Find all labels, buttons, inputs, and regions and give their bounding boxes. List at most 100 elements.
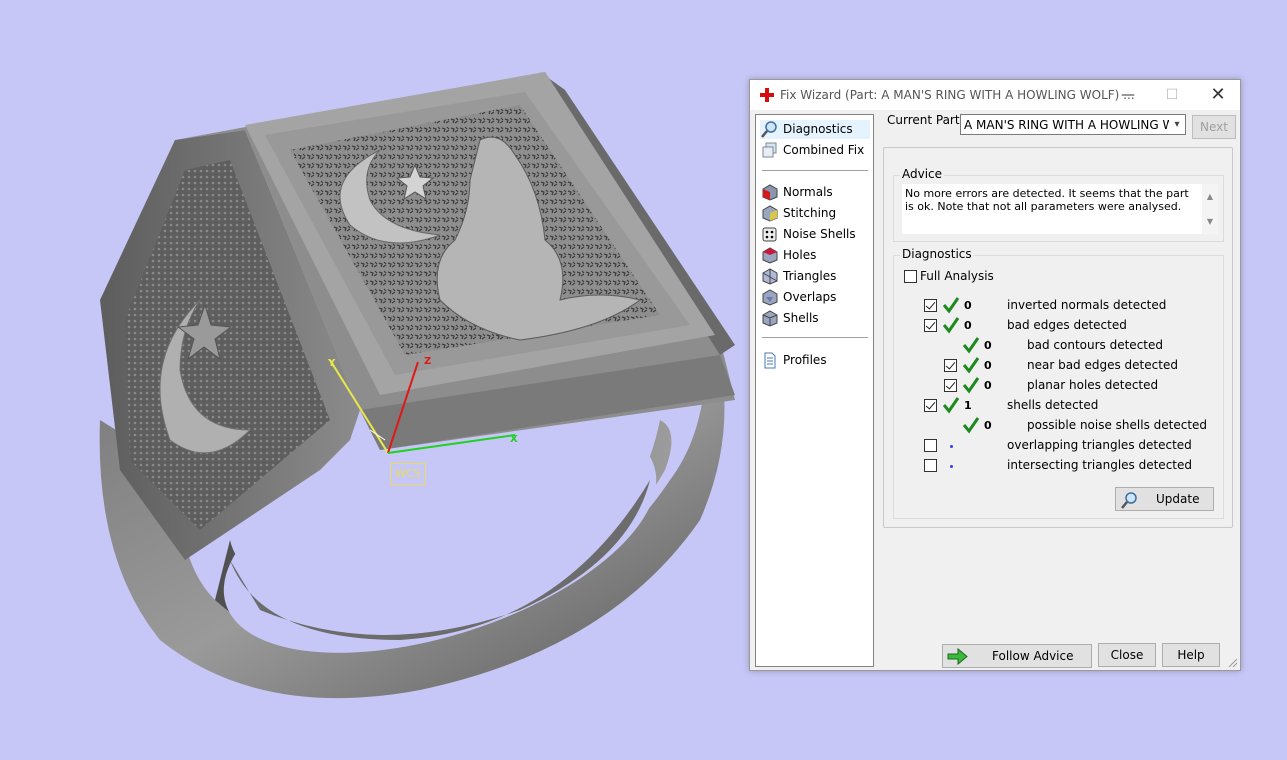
advice-title: Advice [900,167,945,181]
nav-divider [762,170,868,171]
diagnostic-label: intersecting triangles detected [1007,458,1192,472]
diagnostic-count: 1 [964,399,972,412]
advice-scrollbar[interactable]: ▲ ▼ [1202,184,1218,234]
nav-item-diagnostics[interactable]: Diagnostics [760,120,870,139]
minimize-button[interactable]: — [1106,80,1150,110]
resize-grip-icon[interactable] [1228,658,1238,668]
ring-model[interactable] [0,0,745,757]
diagnostic-label: near bad edges detected [1027,358,1178,372]
nav-item-label: Noise Shells [783,227,856,241]
pending-dot-icon [950,445,953,448]
pending-dot-icon [950,465,953,468]
diagnostic-count: 0 [964,299,972,312]
nav-item-triangles[interactable]: Triangles [760,267,870,286]
nav-item-label: Holes [783,248,817,262]
bad-edges-checkbox[interactable] [924,319,937,332]
maximize-button[interactable]: ☐ [1150,80,1194,110]
axis-x-label: X [510,434,518,445]
nav-item-stitching[interactable]: Stitching [760,204,870,223]
current-part-label: Current Part: [887,113,964,127]
nav-item-holes[interactable]: Holes [760,246,870,265]
inverted-normals-checkbox[interactable] [924,299,937,312]
diagnostic-label: bad edges detected [1007,318,1127,332]
cube-triangles-icon [762,268,778,285]
cube-red-icon [762,184,778,201]
diagnostics-group: Diagnostics Full Analysis 0 inverted nor… [893,247,1224,519]
check-icon [962,417,980,434]
wizard-nav: Diagnostics Combined Fix Normals Stitchi… [755,114,874,667]
red-cross-icon [760,88,774,102]
current-part-select[interactable]: A MAN'S RING WITH A HOWLING WOLF ▾ [960,114,1186,135]
3d-viewport[interactable]: Y Z X WCS [0,0,745,757]
nav-item-overlaps[interactable]: Overlaps [760,288,870,307]
help-button[interactable]: Help [1162,643,1220,667]
green-arrow-icon [947,647,968,666]
planar-holes-checkbox[interactable] [944,379,957,392]
diagnostics-title: Diagnostics [900,247,974,261]
close-button[interactable]: Close [1098,643,1156,667]
diagnostic-label: bad contours detected [1027,338,1163,352]
nav-item-label: Diagnostics [783,122,853,136]
close-window-button[interactable]: ✕ [1196,80,1240,110]
magnifier-icon [1121,492,1137,509]
scroll-up-icon[interactable]: ▲ [1202,184,1218,209]
check-icon [962,357,980,374]
cube-hole-icon [762,247,778,264]
diagnostic-count: 0 [984,379,992,392]
nav-item-label: Profiles [783,353,827,367]
stack-icon [762,142,777,158]
diagnostic-count: 0 [984,419,992,432]
nav-item-combined-fix[interactable]: Combined Fix [760,141,870,160]
follow-advice-label: Follow Advice [992,649,1074,663]
advice-text: No more errors are detected. It seems th… [905,187,1189,213]
next-button[interactable]: Next [1192,115,1236,139]
cube-shell-icon [762,310,778,327]
check-icon [962,377,980,394]
current-part-value: A MAN'S RING WITH A HOWLING WOLF [964,118,1186,132]
diagnostic-label: overlapping triangles detected [1007,438,1192,452]
nav-item-shells[interactable]: Shells [760,309,870,328]
diagnostic-label: inverted normals detected [1007,298,1167,312]
diagnostic-count: 0 [964,319,972,332]
dice-icon [762,227,777,242]
nav-item-label: Shells [783,311,819,325]
cube-overlap-icon [762,289,778,306]
nav-item-label: Triangles [783,269,837,283]
wcs-label: WCS [390,463,426,485]
update-label: Update [1156,492,1200,506]
full-analysis-checkbox[interactable] [904,270,917,283]
nav-item-normals[interactable]: Normals [760,183,870,202]
fix-wizard-dialog: Fix Wizard (Part: A MAN'S RING WITH A HO… [749,79,1241,671]
wizard-main-panel: Advice No more errors are detected. It s… [883,147,1233,528]
diagnostic-label: shells detected [1007,398,1099,412]
advice-group: Advice No more errors are detected. It s… [893,167,1224,242]
full-analysis-label: Full Analysis [920,269,994,283]
shells-checkbox[interactable] [924,399,937,412]
axis-y-label: Y [328,358,336,369]
nav-divider [762,337,868,338]
cube-stitch-icon [762,205,778,222]
update-button[interactable]: Update [1115,487,1214,511]
intersecting-triangles-checkbox[interactable] [924,459,937,472]
title-bar[interactable]: Fix Wizard (Part: A MAN'S RING WITH A HO… [750,80,1240,110]
check-icon [942,297,960,314]
overlapping-triangles-checkbox[interactable] [924,439,937,452]
check-icon [962,337,980,354]
follow-advice-button[interactable]: Follow Advice [942,644,1092,668]
document-icon [764,352,776,369]
scroll-down-icon[interactable]: ▼ [1202,209,1218,234]
nav-item-profiles[interactable]: Profiles [760,351,870,370]
diagnostic-count: 0 [984,339,992,352]
near-bad-edges-checkbox[interactable] [944,359,957,372]
check-icon [942,317,960,334]
axis-z-label: Z [424,356,432,367]
nav-item-label: Normals [783,185,833,199]
advice-textbox[interactable]: No more errors are detected. It seems th… [902,184,1218,234]
check-icon [942,397,960,414]
diagnostic-count: 0 [984,359,992,372]
magnifier-icon [761,121,777,138]
chevron-down-icon: ▾ [1169,115,1185,134]
nav-item-label: Stitching [783,206,837,220]
dialog-title: Fix Wizard (Part: A MAN'S RING WITH A HO… [780,88,1135,102]
nav-item-noise-shells[interactable]: Noise Shells [760,225,870,244]
